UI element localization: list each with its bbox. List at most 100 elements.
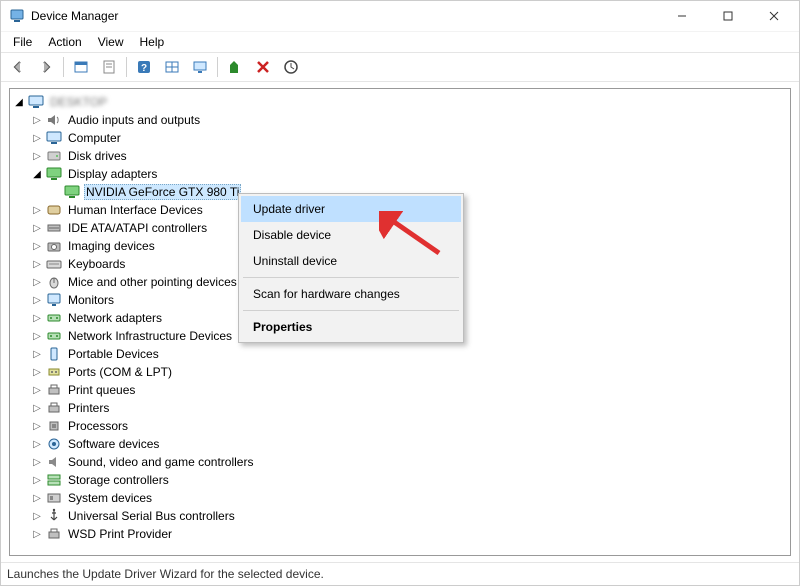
menu-action[interactable]: Action — [40, 33, 89, 51]
close-button[interactable] — [751, 1, 797, 31]
context-menu-item-properties[interactable]: Properties — [241, 314, 461, 340]
tree-item-audio[interactable]: ▷ Audio inputs and outputs — [28, 111, 790, 129]
tree-item-label: Monitors — [66, 293, 116, 307]
tree-item-wsd[interactable]: ▷WSD Print Provider — [28, 525, 790, 543]
speaker-icon — [46, 112, 62, 128]
chevron-right-icon[interactable]: ▷ — [30, 473, 44, 487]
chevron-right-icon[interactable]: ▷ — [30, 203, 44, 217]
toolbar-uninstall-button[interactable] — [250, 54, 276, 80]
hid-icon — [46, 202, 62, 218]
tree-item-ports[interactable]: ▷Ports (COM & LPT) — [28, 363, 790, 381]
computer-icon — [28, 94, 44, 110]
portable-icon — [46, 346, 62, 362]
toolbar-scan-button[interactable] — [278, 54, 304, 80]
chevron-right-icon[interactable]: ▷ — [30, 293, 44, 307]
chevron-right-icon[interactable]: ▷ — [30, 419, 44, 433]
maximize-button[interactable] — [705, 1, 751, 31]
tree-item-display[interactable]: ◢ Display adapters — [28, 165, 790, 183]
context-menu-item-disable-device[interactable]: Disable device — [241, 222, 461, 248]
disk-icon — [46, 148, 62, 164]
net-icon — [46, 310, 62, 326]
toolbar-grid-button[interactable] — [159, 54, 185, 80]
cpu-icon — [46, 418, 62, 434]
statusbar-text: Launches the Update Driver Wizard for th… — [7, 567, 324, 581]
context-menu-item-update-driver[interactable]: Update driver — [241, 196, 461, 222]
chevron-right-icon[interactable]: ▷ — [30, 383, 44, 397]
chevron-right-icon[interactable]: ▷ — [30, 275, 44, 289]
titlebar: Device Manager — [1, 1, 799, 31]
context-menu-separator — [243, 277, 459, 278]
toolbar-back-button[interactable] — [5, 54, 31, 80]
menubar: File Action View Help — [1, 31, 799, 52]
tree-item-sound[interactable]: ▷ Sound, video and game controllers — [28, 453, 790, 471]
chevron-right-icon[interactable]: ▷ — [30, 347, 44, 361]
chevron-right-icon[interactable]: ▷ — [30, 509, 44, 523]
chevron-down-icon[interactable]: ◢ — [30, 167, 44, 181]
chevron-right-icon[interactable]: ▷ — [30, 365, 44, 379]
chevron-right-icon[interactable]: ▷ — [30, 401, 44, 415]
tree-item-label: Display adapters — [66, 167, 159, 181]
toolbar — [1, 52, 799, 82]
port-icon — [46, 364, 62, 380]
context-menu-item-scan-for-hardware-changes[interactable]: Scan for hardware changes — [241, 281, 461, 307]
keyboard-icon — [46, 256, 62, 272]
tree-item-label: Processors — [66, 419, 130, 433]
context-menu-item-uninstall-device[interactable]: Uninstall device — [241, 248, 461, 274]
tree-item-label: Software devices — [66, 437, 161, 451]
toolbar-update-driver-button[interactable] — [222, 54, 248, 80]
display-icon — [46, 166, 62, 182]
chevron-right-icon[interactable]: ▷ — [30, 491, 44, 505]
tree-item-usb[interactable]: ▷ Universal Serial Bus controllers — [28, 507, 790, 525]
tree-item-printq[interactable]: ▷Print queues — [28, 381, 790, 399]
mouse-icon — [46, 274, 62, 290]
menu-file[interactable]: File — [5, 33, 40, 51]
tree-item-label: Storage controllers — [66, 473, 171, 487]
menu-view[interactable]: View — [90, 33, 132, 51]
tree-item-software[interactable]: ▷ Software devices — [28, 435, 790, 453]
sound-icon — [46, 454, 62, 470]
tree-root-row[interactable]: ◢DESKTOP — [10, 93, 790, 111]
toolbar-forward-button[interactable] — [33, 54, 59, 80]
chevron-right-icon[interactable]: ▷ — [30, 527, 44, 541]
toolbar-properties-button[interactable] — [96, 54, 122, 80]
tree-item-label: NVIDIA GeForce GTX 980 Ti — [84, 184, 241, 200]
chevron-right-icon[interactable]: ▷ — [30, 113, 44, 127]
minimize-button[interactable] — [659, 1, 705, 31]
camera-icon — [46, 238, 62, 254]
menu-help[interactable]: Help — [132, 33, 173, 51]
tree-item-printers[interactable]: ▷Printers — [28, 399, 790, 417]
tree-item-storage[interactable]: ▷ Storage controllers — [28, 471, 790, 489]
chevron-down-icon[interactable]: ◢ — [12, 95, 26, 109]
tree-item-label: IDE ATA/ATAPI controllers — [66, 221, 209, 235]
printer-icon — [46, 382, 62, 398]
chevron-right-icon[interactable]: ▷ — [30, 239, 44, 253]
toolbar-panel-button[interactable] — [68, 54, 94, 80]
toolbar-monitor-button[interactable] — [187, 54, 213, 80]
toolbar-help-button[interactable] — [131, 54, 157, 80]
tree-item-disk[interactable]: ▷ Disk drives — [28, 147, 790, 165]
tree-item-label: Portable Devices — [66, 347, 161, 361]
device-manager-icon — [9, 8, 25, 24]
tree-item-label: System devices — [66, 491, 154, 505]
tree-item-label: Sound, video and game controllers — [66, 455, 255, 469]
tree-item-portable[interactable]: ▷ Portable Devices — [28, 345, 790, 363]
chevron-right-icon[interactable]: ▷ — [30, 311, 44, 325]
tree-item-label: Disk drives — [66, 149, 129, 163]
tree-item-processors[interactable]: ▷ Processors — [28, 417, 790, 435]
chevron-right-icon[interactable]: ▷ — [30, 437, 44, 451]
ide-icon — [46, 220, 62, 236]
chevron-right-icon[interactable]: ▷ — [30, 329, 44, 343]
chevron-right-icon[interactable]: ▷ — [30, 455, 44, 469]
usb-icon — [46, 508, 62, 524]
chevron-right-icon[interactable]: ▷ — [30, 257, 44, 271]
tree-item-label: Network adapters — [66, 311, 164, 325]
tree-item-label: Universal Serial Bus controllers — [66, 509, 237, 523]
tree-item-label: Imaging devices — [66, 239, 157, 253]
chevron-right-icon[interactable]: ▷ — [30, 131, 44, 145]
computer-icon — [46, 130, 62, 146]
tree-item-computer[interactable]: ▷Computer — [28, 129, 790, 147]
tree-item-system[interactable]: ▷ System devices — [28, 489, 790, 507]
tree-item-label: Audio inputs and outputs — [66, 113, 202, 127]
chevron-right-icon[interactable]: ▷ — [30, 149, 44, 163]
chevron-right-icon[interactable]: ▷ — [30, 221, 44, 235]
